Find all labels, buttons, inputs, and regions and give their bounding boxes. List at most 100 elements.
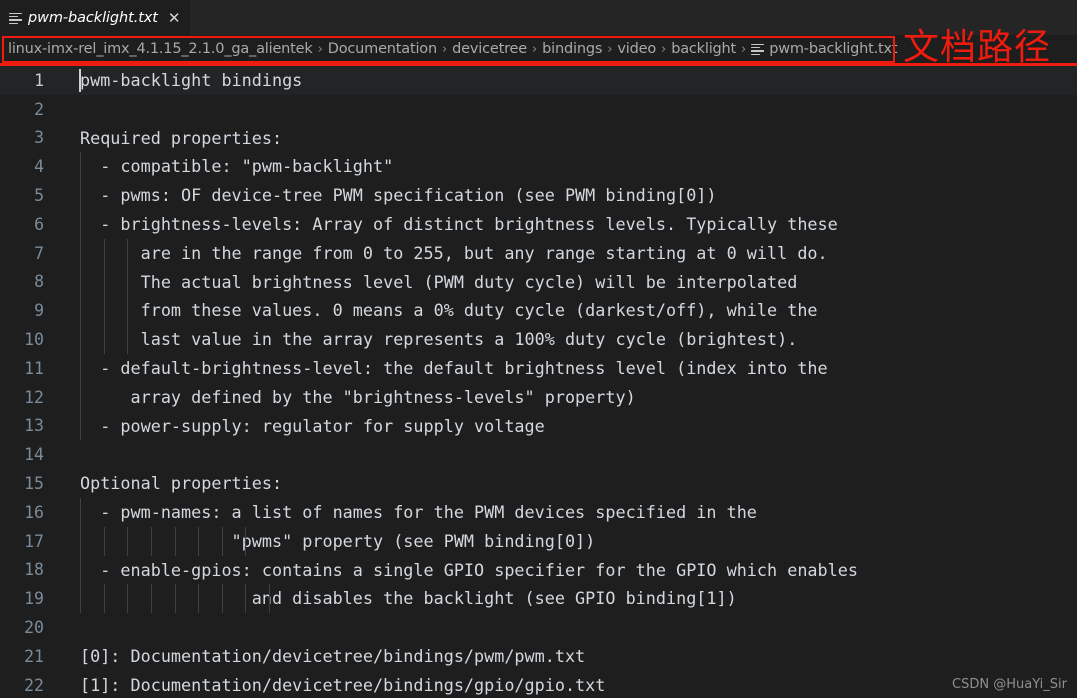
code-line[interactable]: 16 - pwm-names: a list of names for the …	[0, 497, 1077, 527]
code-line-text: Required properties:	[80, 127, 283, 148]
line-number: 22	[24, 675, 44, 695]
indent-guide	[80, 353, 81, 383]
code-line[interactable]: 10 last value in the array represents a …	[0, 325, 1077, 354]
indent-guide	[127, 267, 129, 297]
chevron-right-icon: ›	[441, 41, 448, 57]
indent-guide	[103, 238, 105, 268]
line-number: 20	[24, 618, 44, 638]
line-number: 17	[24, 531, 44, 551]
code-line-text: - enable-gpios: contains a single GPIO s…	[58, 555, 1077, 585]
close-icon[interactable]: ✕	[168, 10, 181, 26]
code-line[interactable]: 1 pwm-backlight bindings	[0, 66, 1077, 95]
indent-guide	[80, 152, 81, 182]
text-cursor	[79, 69, 81, 92]
chevron-right-icon: ›	[741, 41, 747, 57]
indent-guide	[80, 411, 81, 441]
code-line-text: "pwms" property (see PWM binding[0])	[58, 526, 1077, 556]
code-line[interactable]: 20	[0, 613, 1077, 642]
code-line[interactable]: 5 - pwms: OF device-tree PWM specificati…	[0, 181, 1077, 210]
file-lines-icon	[9, 12, 22, 25]
indent-guide	[80, 382, 81, 412]
indent-guide	[174, 526, 176, 556]
code-line[interactable]: 9 from these values. 0 means a 0% duty c…	[0, 296, 1077, 326]
code-editor[interactable]: 1 pwm-backlight bindings 2 3 Required proper…	[0, 66, 1077, 698]
code-line[interactable]: 7 are in the range from 0 to 255, but an…	[0, 238, 1077, 268]
code-line-text: The actual brightness level (PWM duty cy…	[58, 267, 1077, 297]
code-line[interactable]: 11 - default-brightness-level: the defau…	[0, 353, 1077, 383]
line-number: 18	[24, 560, 44, 580]
breadcrumb-item-file[interactable]: pwm-backlight.txt	[751, 41, 898, 57]
indent-guide	[150, 526, 152, 556]
code-line[interactable]: 17 "pwms" property (see PWM binding[0])	[0, 526, 1077, 556]
indent-guide	[80, 325, 81, 354]
code-line[interactable]: 13 - power-supply: regulator for supply …	[0, 411, 1077, 441]
code-line[interactable]: 4 - compatible: "pwm-backlight"	[0, 152, 1077, 182]
indent-guide	[127, 526, 129, 556]
code-line-text: Optional properties:	[80, 473, 283, 494]
code-line[interactable]: 14	[0, 440, 1077, 469]
code-line[interactable]: 12 array defined by the "brightness-leve…	[0, 382, 1077, 412]
breadcrumb-item-backlight[interactable]: backlight	[671, 41, 736, 57]
line-number: 5	[34, 186, 44, 206]
line-number: 6	[34, 214, 44, 234]
indent-guide	[80, 584, 81, 614]
chevron-right-icon: ›	[531, 41, 538, 57]
line-number: 4	[34, 157, 44, 177]
line-number: 10	[24, 330, 44, 350]
chevron-right-icon: ›	[607, 41, 613, 57]
code-line[interactable]: 19 and disables the backlight (see GPIO …	[0, 584, 1077, 614]
code-line[interactable]: 2	[0, 95, 1077, 124]
code-line[interactable]: 18 - enable-gpios: contains a single GPI…	[0, 555, 1077, 585]
line-number: 9	[34, 301, 44, 321]
code-line[interactable]: 3 Required properties:	[0, 124, 1077, 153]
indent-guide	[174, 584, 176, 614]
indent-guide	[103, 526, 105, 556]
code-lines-container: 1 pwm-backlight bindings 2 3 Required proper…	[0, 66, 1077, 698]
code-line[interactable]: 15 Optional properties:	[0, 469, 1077, 498]
indent-guide	[245, 526, 247, 556]
code-line-text: [1]: Documentation/devicetree/bindings/g…	[80, 674, 606, 695]
file-lines-icon	[751, 43, 765, 56]
code-line-text: last value in the array represents a 100…	[58, 325, 1077, 354]
tab-title: pwm-backlight.txt	[28, 10, 158, 26]
indent-guide	[80, 238, 81, 268]
code-line-text: - power-supply: regulator for supply vol…	[58, 411, 1077, 441]
indent-guide	[103, 267, 105, 297]
line-number: 8	[34, 272, 44, 292]
annotation-label: 文档路径	[903, 27, 1052, 68]
code-line[interactable]: 8 The actual brightness level (PWM duty …	[0, 267, 1077, 297]
code-line-text: - brightness-levels: Array of distinct b…	[58, 209, 1077, 239]
indent-guide	[150, 584, 152, 614]
indent-guide	[221, 584, 223, 614]
code-line-text: [0]: Documentation/devicetree/bindings/p…	[80, 645, 586, 666]
breadcrumb-item-video[interactable]: video	[617, 41, 656, 57]
editor-tab-pwm-backlight[interactable]: pwm-backlight.txt ✕	[0, 0, 192, 35]
indent-guide	[80, 209, 81, 239]
line-number: 21	[24, 646, 44, 666]
indent-guide	[269, 584, 271, 614]
code-line-text: and disables the backlight (see GPIO bin…	[58, 584, 1077, 614]
line-number: 19	[24, 589, 44, 609]
indent-guide	[80, 296, 81, 326]
watermark: CSDN @HuaYi_Sir	[952, 677, 1067, 692]
code-line[interactable]: 21 [0]: Documentation/devicetree/bindings…	[0, 642, 1077, 671]
line-number: 16	[24, 502, 44, 522]
indent-guide	[80, 497, 81, 527]
line-number: 1	[34, 70, 44, 90]
line-number: 2	[34, 99, 44, 119]
line-number: 15	[24, 474, 44, 494]
breadcrumb-item-devicetree[interactable]: devicetree	[452, 41, 527, 57]
code-line[interactable]: 6 - brightness-levels: Array of distinct…	[0, 209, 1077, 239]
breadcrumb-item-documentation[interactable]: Documentation	[328, 41, 437, 57]
code-line-text: - pwms: OF device-tree PWM specification…	[58, 181, 1077, 210]
line-number: 13	[24, 416, 44, 436]
breadcrumb-file-label: pwm-backlight.txt	[769, 41, 898, 57]
breadcrumb-item-root[interactable]: linux-imx-rel_imx_4.1.15_2.1.0_ga_alient…	[8, 41, 313, 57]
breadcrumb-item-bindings[interactable]: bindings	[542, 41, 602, 57]
indent-guide	[127, 238, 129, 268]
indent-guide	[103, 325, 105, 354]
code-line-text	[58, 95, 1077, 124]
chevron-right-icon: ›	[661, 41, 667, 57]
code-line[interactable]: 22 [1]: Documentation/devicetree/bindings…	[0, 671, 1077, 698]
line-number: 7	[34, 243, 44, 263]
